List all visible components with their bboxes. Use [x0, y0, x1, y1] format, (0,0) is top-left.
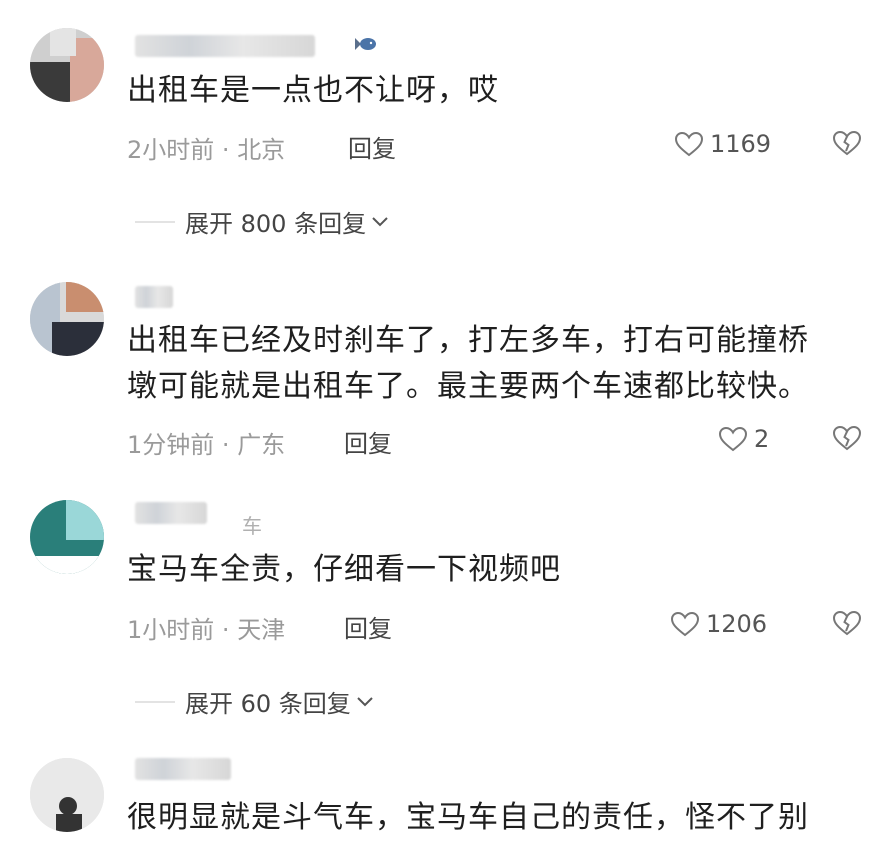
meta-separator: ·: [221, 431, 238, 459]
comment-meta: 1小时前 · 天津: [127, 610, 285, 645]
fish-badge-icon: [352, 34, 378, 58]
broken-heart-icon: [832, 130, 862, 156]
reply-button[interactable]: 回复: [344, 424, 392, 459]
expand-divider: [135, 220, 175, 223]
expand-replies-button[interactable]: 展开 800 条回复: [135, 204, 390, 239]
comment-text: 出租车是一点也不让呀，哎: [127, 73, 499, 108]
avatar[interactable]: [30, 758, 104, 832]
comment-text-line-1: 出租车已经及时刹车了，打左多车，打右可能撞桥: [127, 323, 809, 358]
avatar[interactable]: [30, 28, 104, 102]
like-count: 1169: [710, 130, 772, 158]
comment-location: 天津: [237, 616, 286, 644]
reply-button[interactable]: 回复: [348, 129, 396, 164]
like-count: 2: [754, 425, 770, 453]
expand-divider: [135, 700, 175, 703]
meta-separator: ·: [221, 136, 238, 164]
expand-replies-button[interactable]: 展开 60 条回复: [135, 684, 375, 719]
comment-text: 宝马车全责，仔细看一下视频吧: [127, 552, 561, 587]
username-redacted[interactable]: [135, 502, 207, 524]
expand-replies-label: 展开 800 条回复: [185, 210, 367, 238]
like-count: 1206: [706, 610, 768, 638]
comment-text: 很明显就是斗气车，宝马车自己的责任，怪不了别: [127, 800, 809, 835]
comment-time: 1分钟前: [127, 431, 215, 459]
heart-outline-icon: [718, 426, 748, 452]
username-suffix: 车: [242, 514, 262, 538]
comment-location: 广东: [237, 431, 286, 459]
comment-time: 1小时前: [127, 616, 215, 644]
comment-location: 北京: [237, 136, 286, 164]
broken-heart-icon: [832, 610, 862, 636]
heart-outline-icon: [670, 611, 700, 637]
dislike-button[interactable]: [832, 610, 862, 640]
username-redacted[interactable]: [135, 286, 173, 308]
username-redacted[interactable]: [135, 758, 231, 780]
broken-heart-icon: [832, 425, 862, 451]
reply-button[interactable]: 回复: [344, 609, 392, 644]
comment-meta: 1分钟前 · 广东: [127, 425, 285, 460]
comment-meta: 2小时前 · 北京: [127, 130, 285, 165]
comment-text-line-2: 墩可能就是出租车了。最主要两个车速都比较快。: [127, 369, 809, 404]
like-button[interactable]: 1206: [670, 610, 767, 638]
chevron-down-icon: [357, 696, 373, 706]
like-button[interactable]: 1169: [674, 130, 771, 158]
heart-outline-icon: [674, 131, 704, 157]
dislike-button[interactable]: [832, 425, 862, 455]
meta-separator: ·: [221, 616, 238, 644]
expand-replies-label: 展开 60 条回复: [185, 690, 351, 718]
comment-time: 2小时前: [127, 136, 215, 164]
avatar[interactable]: [30, 282, 104, 356]
like-button[interactable]: 2: [718, 425, 769, 453]
username-redacted[interactable]: [135, 35, 315, 57]
dislike-button[interactable]: [832, 130, 862, 160]
chevron-down-icon: [372, 216, 388, 226]
avatar[interactable]: [30, 500, 104, 574]
